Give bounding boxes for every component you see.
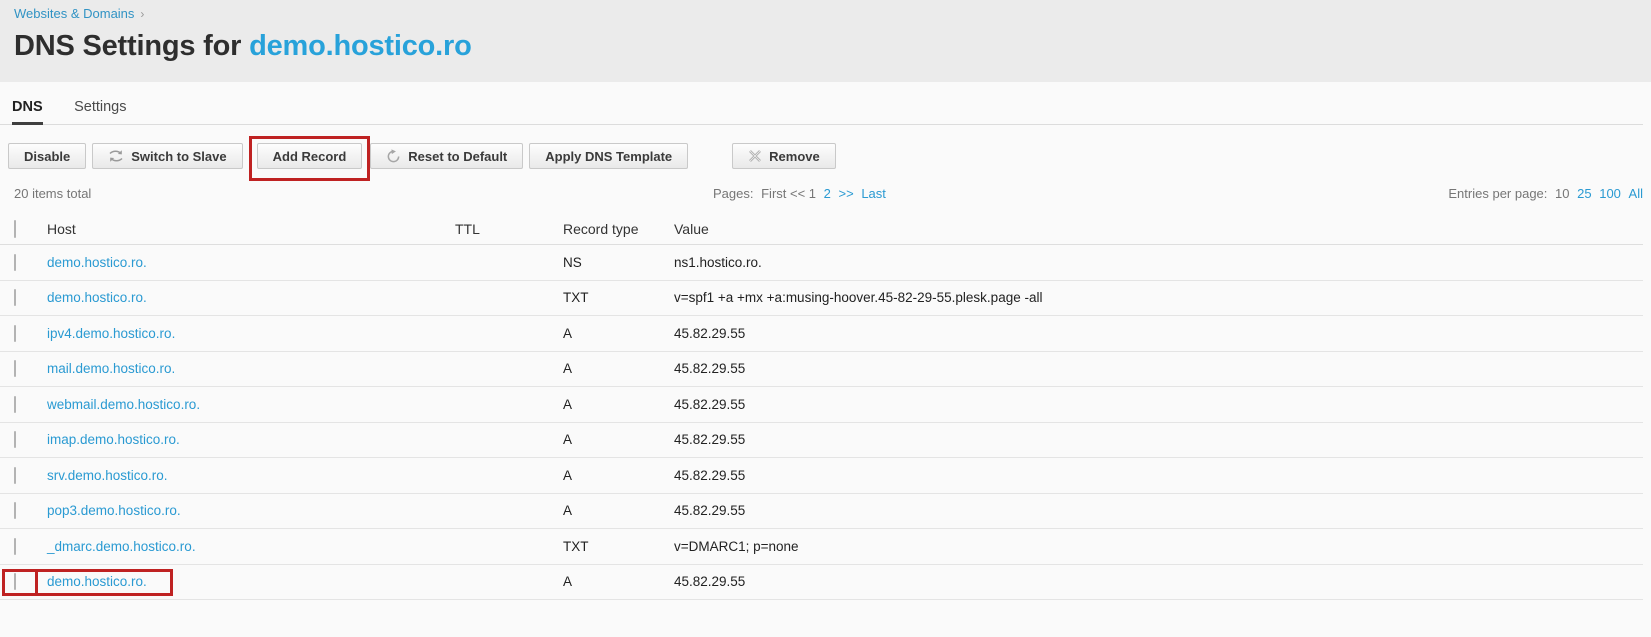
list-info-bar: 20 items total Pages: First << 1 2 >> La… — [0, 186, 1651, 204]
row-checkbox[interactable] — [14, 537, 16, 555]
apply-dns-template-button[interactable]: Apply DNS Template — [529, 143, 689, 169]
table-row: demo.hostico.ro. A 45.82.29.55 — [0, 565, 1643, 600]
row-checkbox[interactable] — [14, 395, 16, 413]
host-link[interactable]: pop3.demo.hostico.ro. — [47, 503, 181, 518]
record-type-cell: TXT — [563, 538, 589, 554]
refresh-icon — [386, 148, 401, 164]
page-header: Websites & Domains › DNS Settings for dem… — [0, 0, 1651, 82]
record-type-cell: A — [563, 325, 573, 341]
record-type-cell: A — [563, 574, 573, 590]
pagination: Pages: First << 1 2 >> Last — [713, 186, 886, 201]
host-link[interactable]: webmail.demo.hostico.ro. — [47, 397, 200, 412]
host-link[interactable]: demo.hostico.ro. — [47, 574, 147, 589]
pagination-page-2[interactable]: 2 — [824, 186, 831, 201]
host-link[interactable]: demo.hostico.ro. — [47, 290, 147, 305]
table-row: demo.hostico.ro. NS ns1.hostico.ro. — [0, 245, 1643, 281]
row-checkbox[interactable] — [14, 289, 16, 307]
value-cell: v=spf1 +a +mx +a:musing-hoover.45-82-29-… — [674, 290, 1043, 306]
host-link[interactable]: imap.demo.hostico.ro. — [47, 432, 180, 447]
row-checkbox[interactable] — [14, 466, 16, 484]
pagination-static: First << 1 — [761, 186, 817, 201]
disable-button[interactable]: Disable — [8, 143, 87, 169]
host-link[interactable]: srv.demo.hostico.ro. — [47, 468, 168, 483]
entries-per-page: Entries per page: 10 25 100 All — [1448, 186, 1643, 201]
entries-current: 10 — [1555, 186, 1570, 201]
value-cell: ns1.hostico.ro. — [674, 254, 762, 270]
tab-bar: DNS Settings — [0, 98, 1643, 125]
toolbar: Disable Switch to Slave Add Record Reset… — [0, 136, 1651, 181]
column-header-ttl: TTL — [455, 220, 480, 237]
tab-settings[interactable]: Settings — [74, 99, 126, 122]
entries-all[interactable]: All — [1629, 186, 1643, 201]
record-type-cell: TXT — [563, 290, 589, 306]
table-header-row: Host TTL Record type Value — [0, 213, 1643, 245]
value-cell: 45.82.29.55 — [674, 361, 746, 377]
tab-dns[interactable]: DNS — [12, 99, 43, 125]
table-row: srv.demo.hostico.ro. A 45.82.29.55 — [0, 458, 1643, 494]
record-type-cell: A — [563, 432, 573, 448]
column-header-value: Value — [674, 220, 709, 237]
cross-icon — [748, 149, 762, 163]
dns-records-table: Host TTL Record type Value demo.hostico.… — [0, 213, 1643, 600]
table-row: mail.demo.hostico.ro. A 45.82.29.55 — [0, 352, 1643, 387]
breadcrumb-separator-icon: › — [140, 7, 145, 21]
record-type-cell: A — [563, 503, 573, 519]
host-link[interactable]: mail.demo.hostico.ro. — [47, 361, 175, 376]
breadcrumb-websites-domains[interactable]: Websites & Domains — [14, 6, 134, 21]
host-link[interactable]: demo.hostico.ro. — [47, 255, 147, 270]
entries-100[interactable]: 100 — [1599, 186, 1621, 201]
row-checkbox[interactable] — [14, 431, 16, 449]
switch-to-slave-button[interactable]: Switch to Slave — [92, 143, 243, 169]
table-row: pop3.demo.hostico.ro. A 45.82.29.55 — [0, 494, 1643, 529]
swap-icon — [108, 149, 124, 163]
page-title: DNS Settings for demo.hostico.ro — [14, 30, 472, 62]
items-total-label: 20 items total — [14, 186, 92, 201]
table-row: webmail.demo.hostico.ro. A 45.82.29.55 — [0, 387, 1643, 423]
value-cell: 45.82.29.55 — [674, 574, 746, 590]
remove-button[interactable]: Remove — [732, 143, 836, 169]
breadcrumb: Websites & Domains › — [14, 5, 1637, 23]
row-checkbox[interactable] — [14, 253, 16, 271]
table-row: imap.demo.hostico.ro. A 45.82.29.55 — [0, 423, 1643, 458]
column-header-host: Host — [47, 220, 76, 237]
host-link[interactable]: _dmarc.demo.hostico.ro. — [47, 539, 196, 554]
table-row: _dmarc.demo.hostico.ro. TXT v=DMARC1; p=… — [0, 529, 1643, 565]
record-type-cell: A — [563, 396, 573, 412]
record-type-cell: A — [563, 361, 573, 377]
value-cell: 45.82.29.55 — [674, 325, 746, 341]
value-cell: 45.82.29.55 — [674, 503, 746, 519]
add-record-button[interactable]: Add Record — [256, 143, 363, 169]
add-record-highlight-wrap: Add Record — [248, 136, 371, 181]
column-header-record-type: Record type — [563, 220, 639, 237]
row-checkbox[interactable] — [14, 502, 16, 520]
value-cell: v=DMARC1; p=none — [674, 538, 799, 554]
reset-to-default-button[interactable]: Reset to Default — [370, 143, 524, 169]
select-all-checkbox[interactable] — [14, 219, 16, 238]
value-cell: 45.82.29.55 — [674, 396, 746, 412]
table-row: ipv4.demo.hostico.ro. A 45.82.29.55 — [0, 316, 1643, 352]
pagination-next[interactable]: >> — [839, 186, 854, 201]
pagination-last[interactable]: Last — [861, 186, 886, 201]
entries-25[interactable]: 25 — [1577, 186, 1591, 201]
row-checkbox[interactable] — [14, 360, 16, 378]
record-type-cell: NS — [563, 254, 582, 270]
page-title-domain: demo.hostico.ro — [249, 30, 472, 62]
value-cell: 45.82.29.55 — [674, 432, 746, 448]
value-cell: 45.82.29.55 — [674, 467, 746, 483]
row-checkbox[interactable] — [14, 324, 16, 342]
host-link[interactable]: ipv4.demo.hostico.ro. — [47, 326, 175, 341]
table-row: demo.hostico.ro. TXT v=spf1 +a +mx +a:mu… — [0, 281, 1643, 316]
record-type-cell: A — [563, 467, 573, 483]
row-checkbox[interactable] — [14, 573, 16, 591]
